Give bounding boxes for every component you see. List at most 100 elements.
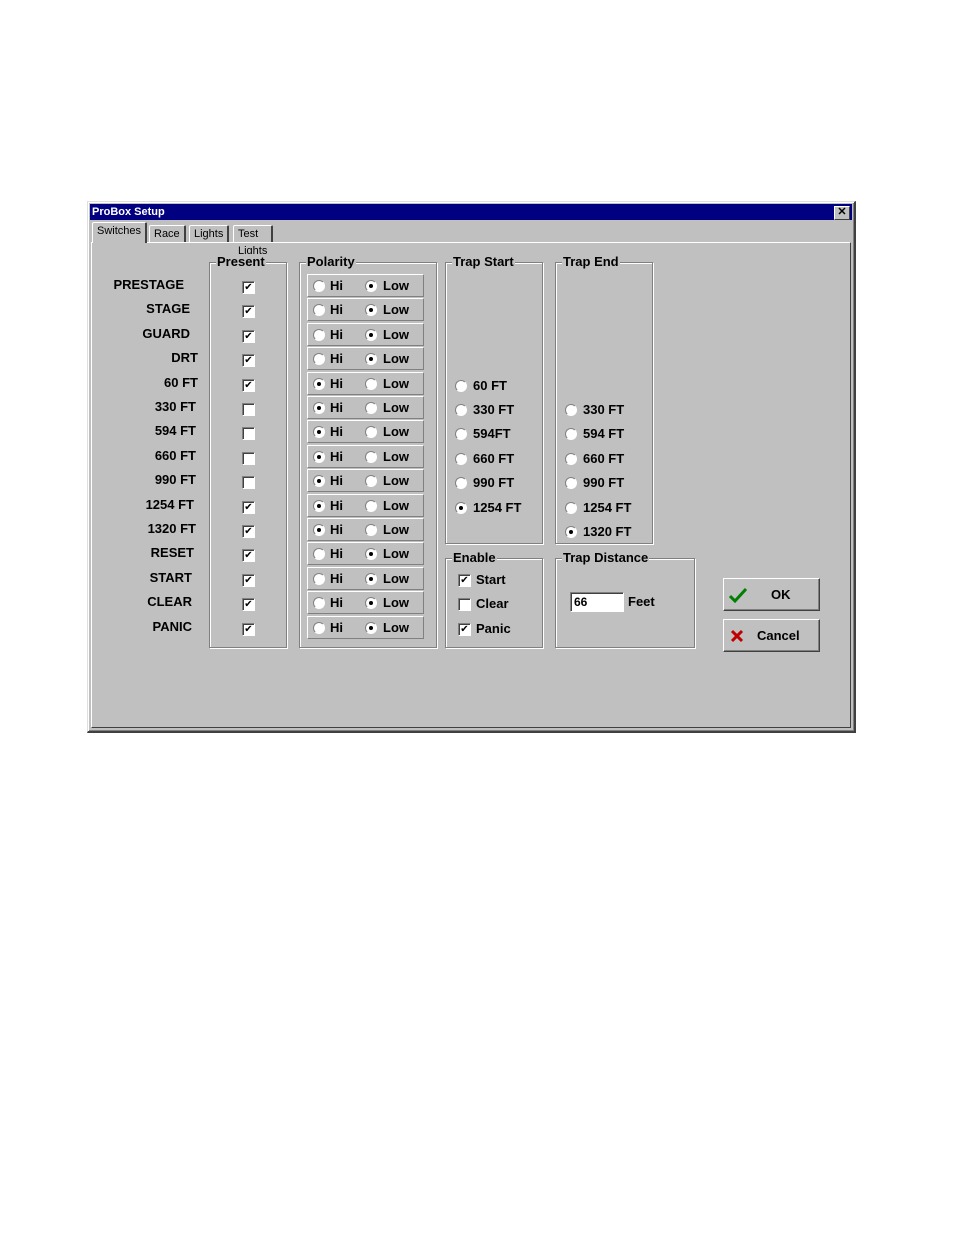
trap-start-option-label: 660 FT — [473, 450, 515, 466]
cancel-button[interactable]: Cancel — [723, 619, 820, 652]
polarity-low-radio[interactable] — [365, 402, 377, 414]
present-checkbox[interactable]: ✔ — [242, 305, 255, 319]
polarity-hi-radio[interactable] — [313, 328, 325, 341]
polarity-hi-radio[interactable] — [313, 524, 325, 536]
trap-end-option-radio[interactable] — [565, 477, 577, 490]
trap-start-option-label: 990 FT — [473, 475, 515, 491]
present-checkbox[interactable]: ✔ — [242, 354, 255, 368]
trap-start-group: Trap Start 60 FT 330 FT 594FT 660 FT 990 FT 1… — [445, 254, 543, 544]
trap-start-option-radio[interactable] — [455, 501, 467, 514]
enable-panic-checkbox[interactable]: ✔ — [458, 622, 471, 636]
polarity-group-title: Polarity — [306, 254, 356, 270]
polarity-low-radio[interactable] — [365, 548, 377, 561]
enable-clear-checkbox[interactable] — [458, 598, 471, 612]
present-checkbox[interactable]: ✔ — [242, 378, 255, 392]
polarity-row: Hi Low — [307, 420, 424, 444]
trap-end-option-radio[interactable] — [565, 404, 577, 416]
present-checkbox[interactable]: ✔ — [242, 329, 255, 343]
switch-label: 1320 FT — [147, 521, 196, 536]
tab-label: Switches — [97, 225, 142, 237]
enable-label: Clear — [476, 596, 509, 612]
ok-label: OK — [771, 587, 791, 602]
present-checkbox[interactable]: ✔ — [242, 622, 255, 636]
polarity-hi-radio[interactable] — [313, 597, 325, 610]
present-checkbox[interactable] — [242, 403, 255, 416]
ok-button[interactable]: OK — [723, 578, 820, 611]
trap-end-option-radio[interactable] — [565, 501, 577, 514]
polarity-low-radio[interactable] — [365, 597, 377, 610]
polarity-hi-label: Hi — [330, 351, 343, 367]
trap-end-option-radio[interactable] — [565, 428, 577, 441]
polarity-hi-label: Hi — [330, 326, 343, 342]
polarity-hi-radio[interactable] — [313, 621, 325, 634]
polarity-hi-radio[interactable] — [313, 280, 325, 292]
present-checkbox[interactable]: ✔ — [242, 573, 255, 587]
present-checkbox[interactable] — [242, 476, 255, 490]
polarity-low-radio[interactable] — [365, 572, 377, 585]
polarity-low-radio[interactable] — [365, 280, 377, 292]
polarity-low-radio[interactable] — [365, 499, 377, 512]
present-checkbox[interactable] — [242, 451, 255, 465]
polarity-low-radio[interactable] — [365, 426, 377, 439]
trap-start-option-radio[interactable] — [455, 428, 467, 441]
polarity-low-label: Low — [383, 302, 409, 318]
trap-start-option-radio[interactable] — [455, 452, 467, 465]
window-title: ProBox Setup — [92, 206, 165, 218]
trap-end-option-radio[interactable] — [565, 452, 577, 465]
present-checkbox[interactable]: ✔ — [242, 525, 255, 538]
trap-end-option-label: 1320 FT — [583, 524, 632, 539]
present-checkbox[interactable]: ✔ — [242, 549, 255, 563]
trap-start-option-radio[interactable] — [455, 477, 467, 490]
polarity-low-label: Low — [383, 473, 409, 489]
close-button[interactable]: ✕ — [834, 206, 850, 220]
tab-race[interactable]: Race — [149, 225, 186, 243]
polarity-hi-radio[interactable] — [313, 377, 325, 390]
trap-end-option-radio[interactable] — [565, 526, 577, 538]
polarity-row: Hi Low — [307, 322, 424, 346]
trap-start-option-radio[interactable] — [455, 379, 467, 392]
trap-distance-group-title: Trap Distance — [562, 550, 650, 566]
trap-start-option-radio[interactable] — [455, 404, 467, 416]
tab-test-lights[interactable]: Test Lights — [233, 225, 274, 257]
enable-group-title: Enable — [452, 550, 497, 566]
polarity-hi-label: Hi — [330, 302, 343, 318]
polarity-low-radio[interactable] — [365, 328, 377, 341]
polarity-hi-radio[interactable] — [313, 353, 325, 366]
switch-label: CLEAR — [147, 594, 192, 610]
polarity-low-radio[interactable] — [365, 353, 377, 366]
trap-distance-input[interactable] — [570, 592, 624, 612]
polarity-low-radio[interactable] — [365, 377, 377, 390]
polarity-row: Hi Low — [307, 444, 424, 468]
present-checkbox[interactable]: ✔ — [242, 281, 255, 294]
polarity-low-radio[interactable] — [365, 524, 377, 536]
polarity-hi-radio[interactable] — [313, 450, 325, 463]
polarity-low-label: Low — [383, 619, 409, 635]
trap-end-option-label: 990 FT — [583, 475, 625, 491]
polarity-hi-radio[interactable] — [313, 548, 325, 561]
tab-switches[interactable]: Switches — [92, 222, 148, 243]
tab-lights[interactable]: Lights — [189, 225, 230, 243]
trap-end-group: Trap End 330 FT 594 FT 660 FT 990 FT 1254 FT… — [555, 254, 653, 544]
polarity-low-label: Low — [383, 448, 409, 464]
polarity-low-radio[interactable] — [365, 621, 377, 634]
polarity-low-label: Low — [383, 375, 409, 391]
polarity-hi-radio[interactable] — [313, 499, 325, 512]
present-checkbox[interactable]: ✔ — [242, 598, 255, 612]
present-checkbox[interactable] — [242, 427, 255, 441]
polarity-hi-radio[interactable] — [313, 304, 325, 317]
polarity-row: Hi Low — [307, 469, 424, 493]
polarity-hi-label: Hi — [330, 278, 343, 293]
polarity-low-radio[interactable] — [365, 475, 377, 488]
switch-label: DRT — [171, 350, 198, 366]
polarity-hi-radio[interactable] — [313, 426, 325, 439]
polarity-row: Hi Low — [307, 493, 424, 517]
polarity-hi-radio[interactable] — [313, 572, 325, 585]
trap-end-option-label: 330 FT — [583, 402, 625, 417]
polarity-hi-radio[interactable] — [313, 402, 325, 414]
enable-start-checkbox[interactable]: ✔ — [458, 574, 471, 587]
polarity-low-radio[interactable] — [365, 304, 377, 317]
present-checkbox[interactable]: ✔ — [242, 500, 255, 514]
polarity-hi-radio[interactable] — [313, 475, 325, 488]
polarity-low-label: Low — [383, 522, 409, 537]
polarity-low-radio[interactable] — [365, 450, 377, 463]
